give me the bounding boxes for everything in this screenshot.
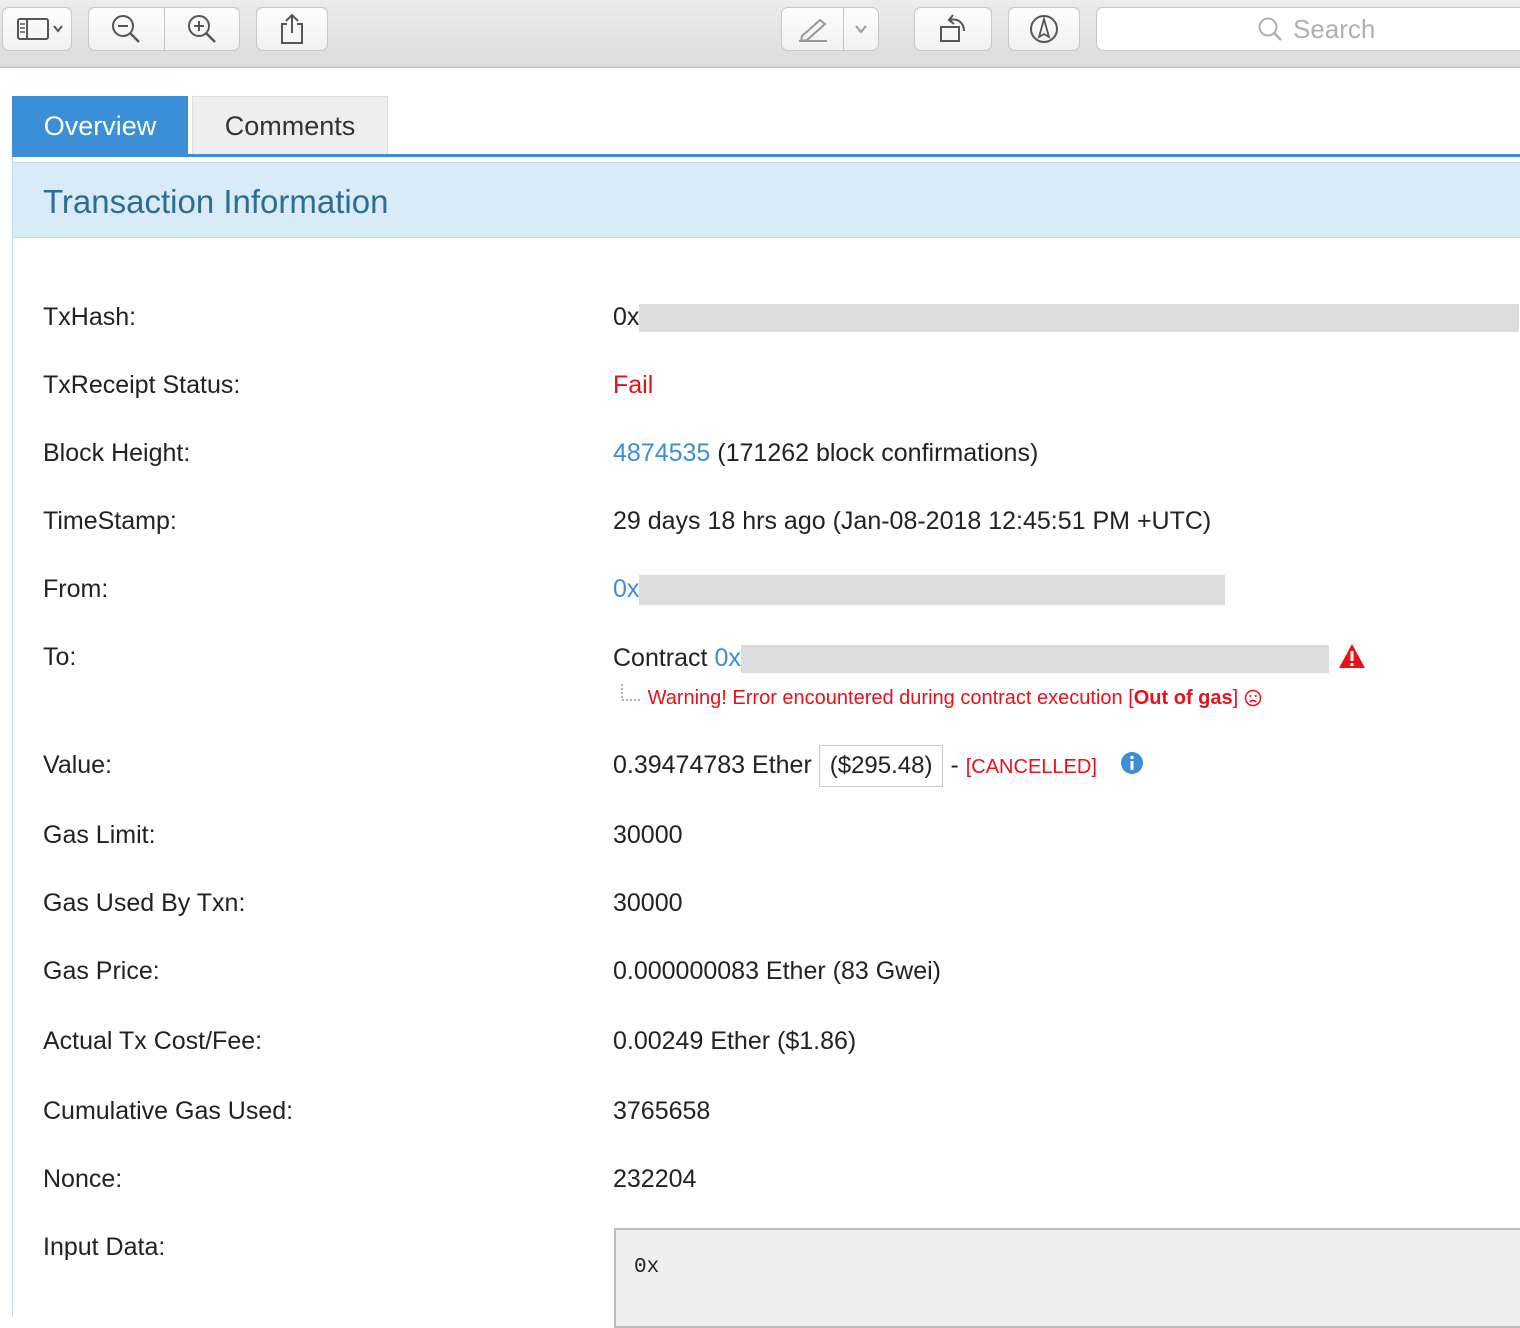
sidebar-icon: [17, 18, 63, 40]
to-prefix: Contract: [613, 644, 708, 672]
input-data-box[interactable]: 0x: [614, 1228, 1520, 1328]
search-icon: [1258, 17, 1282, 41]
from-label: From:: [43, 575, 109, 603]
sad-face-icon: [1244, 689, 1262, 707]
value-cancelled: [CANCELLED]: [965, 756, 1097, 778]
gas-used-value: 30000: [613, 889, 683, 917]
warning-end: ]: [1232, 687, 1239, 709]
block-height-label: Block Height:: [43, 439, 191, 467]
rotate-icon: [940, 14, 965, 42]
pen-icon: [798, 18, 827, 42]
cumulative-gas-value: 3765658: [613, 1097, 711, 1125]
timestamp-label: TimeStamp:: [43, 507, 177, 535]
gas-price-label: Gas Price:: [43, 957, 160, 985]
chevron-down-icon: [855, 25, 867, 34]
to-value: Contract 0x: [613, 643, 1366, 674]
txhash-value: 0x: [613, 303, 1520, 333]
block-height-value: 4874535 (171262 block confirmations): [613, 439, 1038, 468]
search-field[interactable]: Search: [1096, 7, 1520, 51]
contract-error-warning: Warning! Error encountered during contra…: [620, 684, 1262, 710]
status-value: Fail: [613, 371, 654, 399]
status-label: TxReceipt Status:: [43, 371, 241, 399]
share-icon: [281, 13, 303, 44]
annotate-button[interactable]: [1008, 7, 1080, 51]
panel-header: Transaction Information: [13, 162, 1520, 238]
value-value: 0.39474783 Ether ($295.48) - [CANCELLED]: [613, 745, 1144, 787]
fee-label: Actual Tx Cost/Fee:: [43, 1027, 263, 1055]
warning-text: Warning! Error encountered during contra…: [647, 687, 1134, 709]
txhash-prefix: 0x: [613, 303, 640, 331]
timestamp-value: 29 days 18 hrs ago (Jan-08-2018 12:45:51…: [613, 507, 1212, 535]
rotate-button[interactable]: [914, 7, 992, 51]
zoom-controls: [88, 7, 240, 51]
fee-value: 0.00249 Ether ($1.86): [613, 1027, 857, 1055]
markup-menu-button[interactable]: [844, 8, 878, 50]
markup-controls: [781, 7, 879, 51]
viewer-toolbar: Search: [0, 0, 1520, 68]
warning-out-of-gas: Out of gas: [1133, 687, 1233, 709]
gas-limit-value: 30000: [613, 821, 683, 849]
tree-connector-icon: [621, 684, 640, 701]
zoom-out-button[interactable]: [89, 8, 164, 50]
redacted-hash: [639, 304, 1520, 333]
tab-overview[interactable]: Overview: [12, 96, 188, 156]
block-number-link[interactable]: 4874535: [613, 439, 710, 467]
value-usd-box: ($295.48): [818, 745, 944, 787]
markup-pen-circle-icon: [1030, 15, 1058, 43]
to-label: To:: [43, 643, 77, 671]
cumulative-gas-label: Cumulative Gas Used:: [43, 1097, 294, 1125]
share-button[interactable]: [256, 7, 328, 51]
sidebar-toggle-button[interactable]: [2, 7, 72, 51]
block-confirmations: (171262 block confirmations): [717, 439, 1039, 467]
zoom-out-icon: [112, 15, 141, 43]
gas-used-label: Gas Used By Txn:: [43, 889, 246, 917]
zoom-in-button[interactable]: [165, 8, 240, 50]
tab-comments[interactable]: Comments: [192, 96, 388, 156]
value-dash: -: [950, 751, 959, 779]
panel-title: Transaction Information: [43, 183, 389, 220]
input-data-label: Input Data:: [43, 1233, 166, 1261]
search-placeholder: Search: [1293, 13, 1376, 44]
redacted-from-address: [639, 575, 1226, 606]
nonce-value: 232204: [613, 1165, 697, 1193]
from-address-link[interactable]: 0x: [613, 575, 639, 603]
value-label: Value:: [43, 751, 113, 779]
txhash-label: TxHash:: [43, 303, 137, 331]
markup-button[interactable]: [782, 8, 843, 50]
from-value: 0x: [613, 575, 1226, 606]
gas-limit-label: Gas Limit:: [43, 821, 156, 849]
zoom-in-icon: [187, 15, 216, 43]
info-icon[interactable]: [1120, 751, 1144, 775]
to-address-link[interactable]: 0x: [714, 644, 740, 672]
input-data-value: 0x: [634, 1256, 660, 1279]
redacted-to-address: [740, 645, 1329, 674]
nonce-label: Nonce:: [43, 1165, 123, 1193]
value-ether: 0.39474783 Ether: [613, 751, 812, 779]
warning-triangle-icon: [1338, 644, 1365, 668]
gas-price-value: 0.000000083 Ether (83 Gwei): [613, 957, 941, 985]
